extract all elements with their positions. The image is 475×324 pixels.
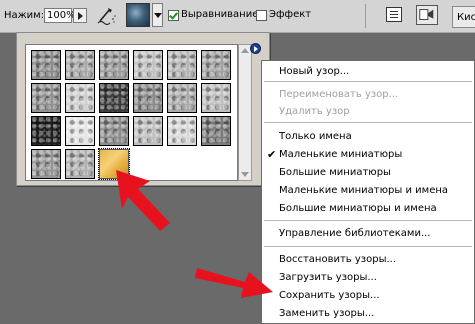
menu-item[interactable]: Большие миниатюры и имена — [279, 201, 437, 217]
pattern-swatch[interactable] — [31, 149, 61, 179]
menu-item[interactable]: Загрузить узоры... — [279, 270, 377, 286]
pattern-dropdown-button[interactable] — [152, 3, 163, 27]
pattern-swatch[interactable] — [167, 83, 197, 113]
pressure-label: Нажим: — [4, 10, 45, 21]
pattern-swatch-icon[interactable] — [126, 3, 150, 27]
pattern-swatch[interactable] — [31, 50, 61, 80]
menu-item[interactable]: Маленькие миниатюры — [279, 147, 402, 163]
menu-item[interactable]: Только имена — [279, 129, 352, 145]
menu-item[interactable]: Маленькие миниатюры и имена — [279, 183, 448, 199]
scroll-down-icon[interactable] — [239, 168, 251, 180]
toolbar-divider — [365, 4, 366, 28]
impressionist-checkbox[interactable] — [256, 10, 267, 21]
menu-item[interactable]: Большие миниатюры — [279, 165, 391, 181]
palette-icon[interactable] — [386, 7, 402, 22]
pattern-swatch[interactable] — [31, 83, 61, 113]
menu-separator — [264, 122, 472, 123]
pattern-picker-panel — [16, 32, 270, 186]
pattern-swatch[interactable] — [133, 50, 163, 80]
pattern-swatch[interactable] — [133, 83, 163, 113]
pattern-swatch[interactable] — [99, 50, 129, 80]
menu-item[interactable]: Управление библиотеками... — [279, 226, 430, 242]
pattern-swatch[interactable] — [201, 116, 231, 146]
menu-item: Переименовать узор... — [279, 89, 399, 100]
pattern-swatch[interactable] — [99, 116, 129, 146]
workspace-tab[interactable]: Кис — [452, 6, 475, 28]
pattern-swatch[interactable] — [65, 149, 95, 179]
pattern-swatch[interactable] — [167, 116, 197, 146]
pattern-swatch[interactable] — [167, 50, 197, 80]
checkmark-icon: ✔ — [267, 148, 277, 161]
pattern-context-menu: Новый узор... Переименовать узор... Удалит… — [261, 60, 475, 324]
pressure-slider-button[interactable] — [73, 8, 87, 23]
menu-separator — [264, 81, 472, 82]
pattern-swatch[interactable] — [201, 50, 231, 80]
pattern-swatch[interactable] — [201, 83, 231, 113]
pattern-swatch-grid — [25, 44, 238, 181]
aligned-label: Выравнивание — [181, 9, 259, 20]
pressure-input[interactable]: 100% — [44, 8, 76, 23]
menu-item[interactable]: Новый узор... — [279, 64, 349, 80]
pattern-swatch[interactable] — [99, 83, 129, 113]
impressionist-label: Эффект — [269, 9, 312, 20]
bridge-icon[interactable] — [416, 5, 438, 25]
menu-separator — [264, 220, 472, 221]
airbrush-icon[interactable] — [96, 4, 118, 26]
pattern-swatch[interactable] — [65, 50, 95, 80]
pattern-swatch[interactable] — [31, 116, 61, 146]
aligned-checkbox[interactable] — [168, 10, 179, 21]
menu-item[interactable]: Восстановить узоры... — [279, 252, 396, 268]
menu-separator — [264, 246, 472, 247]
pattern-swatch[interactable] — [65, 83, 95, 113]
menu-item[interactable]: Сохранить узоры... — [279, 288, 380, 304]
arrow-to-pattern-icon — [116, 170, 170, 231]
checkmark-icon — [169, 10, 178, 20]
menu-item[interactable]: Заменить узоры... — [279, 306, 374, 322]
pattern-swatch[interactable] — [65, 116, 95, 146]
arrow-to-save-patterns-icon — [195, 268, 273, 298]
pattern-swatch[interactable] — [133, 116, 163, 146]
panel-menu-icon[interactable] — [250, 43, 261, 54]
options-bar: Нажим: 100% Выравнивание Эффект Кис — [0, 0, 475, 33]
swatch-scrollbar[interactable] — [238, 44, 252, 181]
menu-item: Удалить узор — [279, 106, 350, 117]
